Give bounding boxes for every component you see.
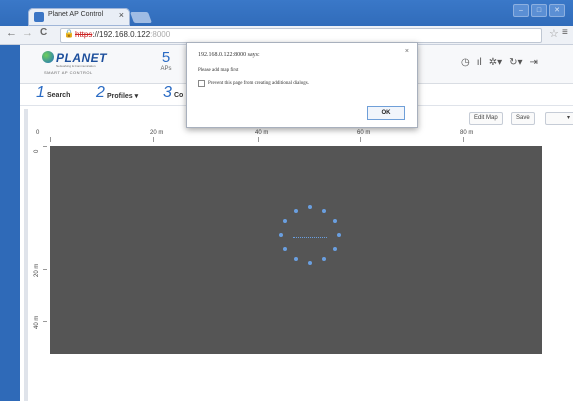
step-label: Search	[47, 92, 71, 99]
dialog-message: Please add map first	[198, 68, 239, 73]
url-text: https://192.168.0.122:8000	[75, 30, 171, 39]
spinner-dot	[294, 209, 298, 213]
y-tick	[43, 321, 47, 322]
y-tick-label: 20 m	[34, 263, 40, 277]
logo-globe-icon	[42, 51, 54, 63]
checkbox-label: Prevent this page from creating addition…	[208, 81, 309, 86]
close-window-button[interactable]: ✕	[549, 4, 565, 17]
dashboard-icon[interactable]: ◷	[461, 57, 470, 68]
x-tick	[153, 137, 154, 142]
chart-icon[interactable]: ıl	[477, 57, 482, 68]
top-ruler: 0 20 m 40 m 60 m 80 m	[36, 130, 555, 144]
spinner-dot	[294, 257, 298, 261]
window-controls: – □ ✕	[513, 4, 565, 17]
minimize-button[interactable]: –	[513, 4, 529, 17]
x-tick-label: 60 m	[357, 130, 371, 136]
step-label: Co	[174, 92, 184, 99]
ap-count: 5	[161, 49, 171, 66]
title-bar: Planet AP Control × – □ ✕	[0, 0, 573, 26]
logo-tagline: Networking & Communication	[56, 64, 96, 68]
logo-subtitle: SMART AP CONTROL	[44, 70, 93, 75]
save-button[interactable]: Save	[511, 112, 535, 125]
reload-icon[interactable]: C	[40, 27, 47, 38]
x-tick-label: 40 m	[255, 130, 269, 136]
prevent-dialogs-checkbox[interactable]: Prevent this page from creating addition…	[198, 80, 309, 87]
spinner-dot	[283, 247, 287, 251]
spinner-dot	[308, 205, 312, 209]
loading-spinner-icon	[275, 205, 345, 275]
map-select-dropdown[interactable]: ▾	[545, 112, 573, 125]
spinner-center-line	[293, 237, 327, 240]
x-tick-label: 80 m	[460, 130, 474, 136]
bookmark-star-icon[interactable]: ☆	[549, 27, 559, 40]
x-tick-label: 0	[36, 130, 40, 136]
spinner-dot	[337, 233, 341, 237]
spinner-dot	[333, 219, 337, 223]
spinner-dot	[333, 247, 337, 251]
tab-title: Planet AP Control	[48, 11, 104, 18]
header-icons: ◷ ıl ✲▾ ↻▾ ⇥	[461, 57, 538, 68]
dialog-close-icon[interactable]: ×	[405, 48, 409, 55]
y-tick-label: 40 m	[34, 315, 40, 329]
spinner-dot	[322, 257, 326, 261]
x-tick	[50, 137, 51, 142]
x-tick	[360, 137, 361, 142]
spinner-dot	[308, 261, 312, 265]
refresh-icon[interactable]: ↻▾	[509, 57, 522, 68]
edit-map-button[interactable]: Edit Map	[469, 112, 503, 125]
browser-tab[interactable]: Planet AP Control ×	[28, 8, 130, 26]
step-number: 3	[163, 84, 172, 101]
maximize-button[interactable]: □	[531, 4, 547, 17]
dialog-title: 192.168.0.122:8000 says:	[198, 52, 260, 58]
alert-dialog: 192.168.0.122:8000 says: × Please add ma…	[186, 42, 418, 128]
lock-warning-icon: 🔒	[64, 29, 74, 38]
spinner-dot	[279, 233, 283, 237]
favicon-icon	[34, 12, 44, 22]
forward-icon[interactable]: →	[22, 27, 33, 39]
ok-button[interactable]: OK	[367, 106, 405, 120]
browser-window: Planet AP Control × – □ ✕ ← → C 🔒 https:…	[0, 0, 573, 401]
y-tick-label: 0	[34, 149, 40, 153]
y-tick	[43, 146, 47, 147]
step-number: 2	[96, 84, 105, 101]
y-tick	[43, 269, 47, 270]
new-tab-button[interactable]	[129, 12, 153, 23]
gear-icon[interactable]: ✲▾	[489, 57, 502, 68]
tab-close-icon[interactable]: ×	[119, 10, 124, 20]
ap-count-stat[interactable]: 5 APs	[151, 49, 181, 72]
address-bar[interactable]: 🔒 https://192.168.0.122:8000	[60, 28, 542, 43]
checkbox-box[interactable]	[198, 80, 205, 87]
back-icon[interactable]: ←	[6, 27, 17, 39]
x-tick	[463, 137, 464, 142]
step-label: Profiles ▾	[107, 93, 139, 100]
floor-map-canvas[interactable]	[50, 146, 542, 354]
browser-menu-icon[interactable]: ≡	[562, 27, 568, 38]
ap-count-label: APs	[160, 66, 172, 72]
logo-name: PLANET	[56, 51, 107, 65]
spinner-dot	[322, 209, 326, 213]
left-ruler: 0 20 m 40 m	[32, 145, 48, 355]
spinner-dot	[283, 219, 287, 223]
x-tick	[258, 137, 259, 142]
logout-icon[interactable]: ⇥	[530, 57, 538, 68]
x-tick-label: 20 m	[150, 130, 164, 136]
step-number: 1	[36, 84, 45, 101]
left-scrollbar[interactable]	[24, 109, 28, 401]
